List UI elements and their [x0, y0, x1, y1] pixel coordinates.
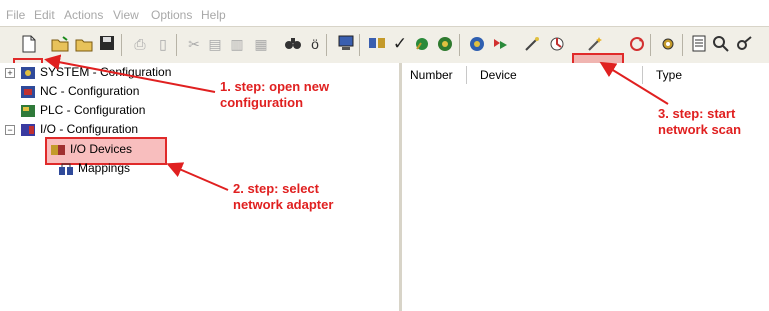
arrow-step2 [166, 162, 229, 191]
annotation-arrows [44, 54, 669, 191]
arrow-step1 [44, 54, 216, 93]
arrow-step3 [599, 61, 669, 105]
